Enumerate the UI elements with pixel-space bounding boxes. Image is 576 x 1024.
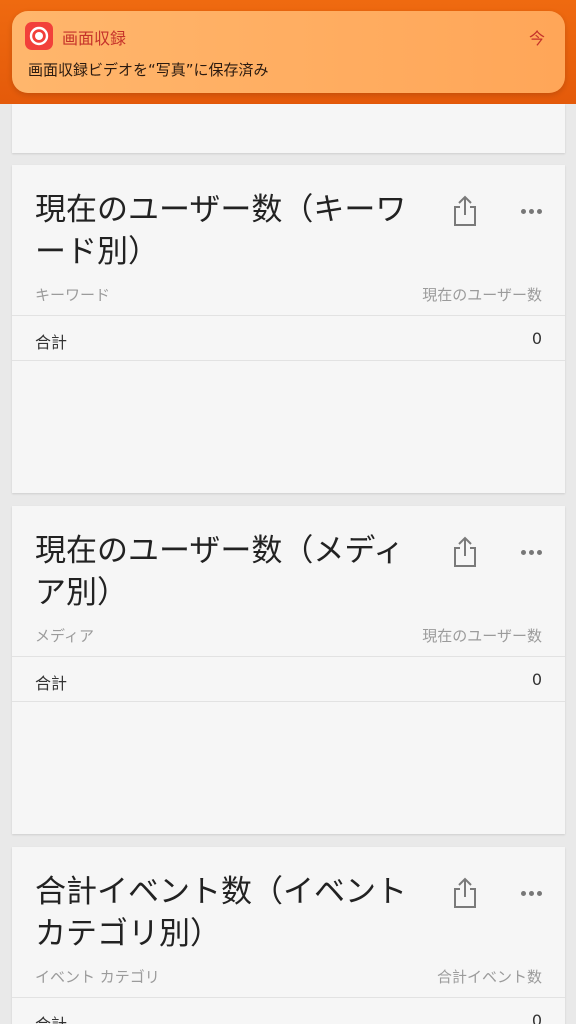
share-button[interactable] [451, 877, 479, 909]
share-icon [454, 877, 476, 908]
total-label: 合計 [35, 333, 68, 352]
dimension-header: メディア [35, 627, 94, 645]
more-options-button[interactable] [517, 536, 545, 568]
screen-record-icon [25, 22, 53, 50]
share-icon [454, 195, 476, 226]
more-options-icon [520, 208, 542, 214]
notification-app-name: 画面収録 [62, 29, 127, 48]
share-button[interactable] [451, 195, 479, 227]
total-value: 0 [531, 329, 542, 348]
metric-header: 現在のユーザー数 [422, 627, 542, 645]
report-card: 合計イベント数（イベントカテゴリ別） イベント カテゴリ 合計イベント数 合計 … [12, 847, 565, 1024]
total-label: 合計 [35, 674, 68, 693]
total-value: 0 [531, 670, 542, 689]
more-options-icon [520, 890, 542, 896]
more-options-button[interactable] [517, 877, 545, 909]
divider [12, 997, 565, 998]
share-icon [454, 536, 476, 567]
notification-time: 今 [528, 29, 545, 48]
notification-message: 画面収録ビデオを“写真”に保存済み [28, 61, 269, 79]
more-options-icon [520, 549, 542, 555]
divider [12, 315, 565, 316]
total-label: 合計 [35, 1011, 67, 1024]
card-title: 現在のユーザー数（メディア別） [35, 533, 405, 611]
more-options-button[interactable] [517, 195, 545, 227]
report-card: 現在のユーザー数（キーワード別） キーワード 現在のユーザー数 合計 0 [12, 165, 565, 493]
divider [12, 360, 565, 361]
total-value: 0 [531, 1011, 542, 1024]
share-button[interactable] [451, 536, 479, 568]
card-title: 合計イベント数（イベントカテゴリ別） [35, 874, 407, 952]
notification-banner[interactable]: 画面収録 今 画面収録ビデオを“写真”に保存済み [12, 11, 565, 93]
divider [12, 656, 565, 657]
previous-card [12, 104, 565, 153]
card-title: 現在のユーザー数（キーワード別） [35, 192, 407, 270]
divider [12, 701, 565, 702]
dimension-header: キーワード [35, 286, 111, 304]
dimension-header: イベント カテゴリ [35, 968, 160, 986]
report-card: 現在のユーザー数（メディア別） メディア 現在のユーザー数 合計 0 [12, 506, 565, 834]
metric-header: 現在のユーザー数 [422, 286, 542, 304]
metric-header: 合計イベント数 [436, 968, 542, 986]
app-screen: 画面収録 今 画面収録ビデオを“写真”に保存済み 現在のユーザー数（キーワード別… [0, 0, 576, 1024]
